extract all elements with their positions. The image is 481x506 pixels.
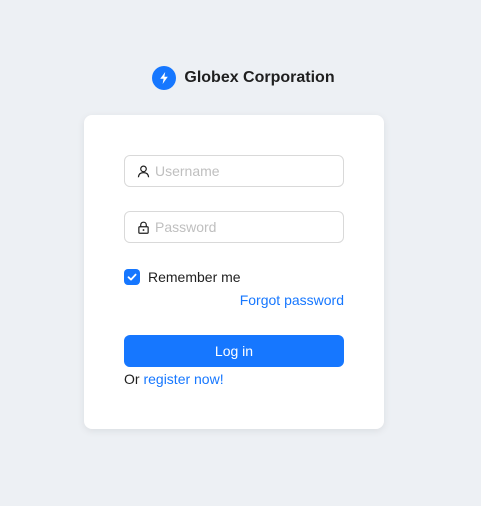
remember-me-checkbox[interactable]: Remember me	[124, 269, 241, 285]
register-link[interactable]: register now!	[143, 371, 223, 387]
lightning-bolt-icon	[152, 66, 177, 90]
login-button[interactable]: Log in	[124, 335, 344, 367]
register-line: Or register now!	[124, 371, 224, 387]
login-card: Remember me Forgot password Log in Or re…	[84, 115, 384, 429]
username-input[interactable]	[155, 163, 335, 179]
remember-me-label: Remember me	[148, 269, 241, 285]
register-prefix: Or	[124, 371, 140, 387]
lock-icon	[136, 220, 150, 234]
brand-header: Globex Corporation	[0, 66, 481, 90]
forgot-password-link[interactable]: Forgot password	[240, 292, 344, 308]
password-field[interactable]	[124, 211, 344, 243]
checkbox-checked-icon[interactable]	[124, 269, 140, 285]
user-icon	[136, 164, 150, 178]
password-input[interactable]	[155, 219, 335, 235]
username-field[interactable]	[124, 155, 344, 187]
brand-name: Globex Corporation	[184, 69, 335, 86]
